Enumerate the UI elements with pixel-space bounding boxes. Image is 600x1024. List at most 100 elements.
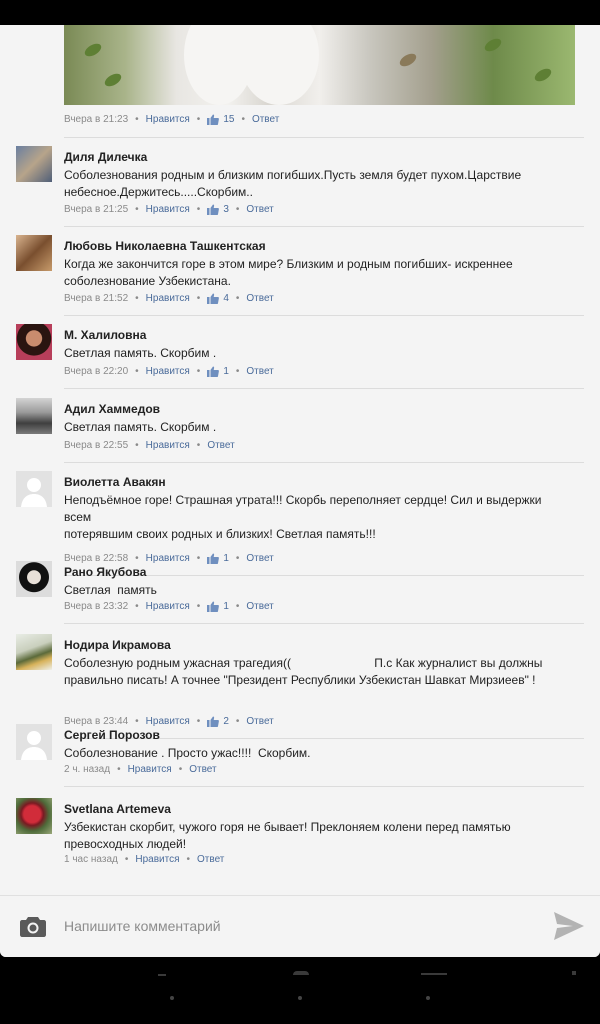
comment-text: Соболезнование . Просто ужас!!!! Скорбим… [64,746,311,760]
comment-meta: 2 ч. назад • Нравится • Ответ [64,764,217,775]
comment-text: Соболезнования родным и близким погибших… [64,168,522,199]
photo-leaf [102,71,124,89]
recent-apps-icon[interactable] [421,973,447,975]
reply-button[interactable]: Ответ [246,553,273,564]
like-button[interactable]: Нравится [146,293,190,304]
avatar[interactable] [16,634,52,670]
separator-dot: • [135,716,139,727]
send-icon[interactable] [553,911,585,941]
post-photo[interactable] [64,25,575,105]
comment-meta: Вчера в 22:58 • Нравится • 1 • Ответ [64,553,274,564]
default-avatar-icon [21,478,47,507]
comment-time: Вчера в 22:55 [64,440,129,451]
thumbs-up-icon [207,716,220,727]
separator-dot: • [135,440,139,451]
avatar[interactable] [16,561,52,597]
comments-screen: Вчера в 21:23 • Нравится • 15 • Ответ Ди… [0,25,600,957]
divider [64,786,584,787]
back-icon[interactable] [158,974,166,976]
nav-indicator-dot [170,996,174,1000]
comment-text: Светлая память. Скорбим . [64,346,217,360]
photo-leaf [532,66,554,84]
like-button[interactable]: Нравится [146,366,190,377]
reply-button[interactable]: Ответ [246,293,273,304]
reply-button[interactable]: Ответ [246,366,273,377]
separator-dot: • [135,366,139,377]
system-nav-bar [0,957,600,1024]
separator-dot: • [196,293,201,304]
avatar[interactable] [16,235,52,271]
separator-dot: • [235,204,240,215]
avatar[interactable] [16,724,52,760]
post-reply-button[interactable]: Ответ [252,114,279,125]
comment-author[interactable]: Адил Хаммедов [64,402,160,416]
comment-text: Неподъёмное горе! Страшная утрата!!! Ско… [64,493,542,541]
like-count: 4 [223,293,229,304]
reply-button[interactable]: Ответ [246,601,273,612]
avatar[interactable] [16,798,52,834]
photo-leaf [482,36,504,54]
comment-author[interactable]: М. Халиловна [64,328,146,342]
comment-meta: Вчера в 21:52 • Нравится • 4 • Ответ [64,293,274,304]
comment-time: Вчера в 22:58 [64,553,129,564]
like-button[interactable]: Нравится [146,716,190,727]
reply-button[interactable]: Ответ [246,716,273,727]
thumbs-up-icon [207,114,220,125]
like-button[interactable]: Нравится [146,440,190,451]
divider [64,623,584,624]
comment-author[interactable]: Диля Дилечка [64,150,147,164]
thumbs-up-icon [207,204,220,215]
avatar[interactable] [16,146,52,182]
like-count: 3 [223,204,229,215]
separator-dot: • [196,114,201,125]
comment-author[interactable]: Любовь Николаевна Ташкентская [64,239,266,253]
menu-icon[interactable] [572,971,576,975]
separator-dot: • [196,716,201,727]
camera-icon[interactable] [20,915,46,937]
comment-author[interactable]: Виолетта Авакян [64,475,166,489]
comment-meta: 1 час назад • Нравится • Ответ [64,854,224,865]
nav-indicator-dot [426,996,430,1000]
separator-dot: • [235,601,240,612]
separator-dot: • [117,764,121,775]
avatar[interactable] [16,471,52,507]
post-like-button[interactable]: Нравится [146,114,190,125]
avatar[interactable] [16,324,52,360]
thumbs-up-icon [207,366,220,377]
comment-time: 2 ч. назад [64,764,111,775]
divider [64,137,584,138]
comment-text: Светлая память [64,583,157,597]
separator-dot: • [235,553,240,564]
comment-meta: Вчера в 22:55 • Нравится • Ответ [64,440,235,451]
comment-meta: Вчера в 23:44 • Нравится • 2 • Ответ [64,716,274,727]
divider [64,462,584,463]
separator-dot: • [196,553,201,564]
reply-button[interactable]: Ответ [189,764,216,775]
post-time: Вчера в 21:23 [64,114,129,125]
like-button[interactable]: Нравится [146,204,190,215]
comment-author[interactable]: Svetlana Artemeva [64,802,171,816]
thumbs-up-icon [207,293,220,304]
separator-dot: • [196,440,201,451]
like-button[interactable]: Нравится [146,601,190,612]
like-button[interactable]: Нравится [135,854,179,865]
comment-author[interactable]: Нодира Икрамова [64,638,171,652]
reply-button[interactable]: Ответ [246,204,273,215]
like-button[interactable]: Нравится [146,553,190,564]
reply-button[interactable]: Ответ [207,440,234,451]
reply-button[interactable]: Ответ [197,854,224,865]
home-icon[interactable] [293,971,309,975]
comment-author[interactable]: Сергей Порозов [64,728,160,742]
like-button[interactable]: Нравится [128,764,172,775]
like-count: 1 [223,553,229,564]
avatar[interactable] [16,398,52,434]
separator-dot: • [235,716,240,727]
separator-dot: • [135,293,139,304]
separator-dot: • [124,854,129,865]
separator-dot: • [135,114,139,125]
comment-author[interactable]: Рано Якубова [64,565,146,579]
post-like-count: 15 [223,114,235,125]
photo-vase-right [239,25,319,105]
nav-indicator-dot [298,996,302,1000]
comment-input[interactable]: Напишите комментарий [64,918,221,934]
